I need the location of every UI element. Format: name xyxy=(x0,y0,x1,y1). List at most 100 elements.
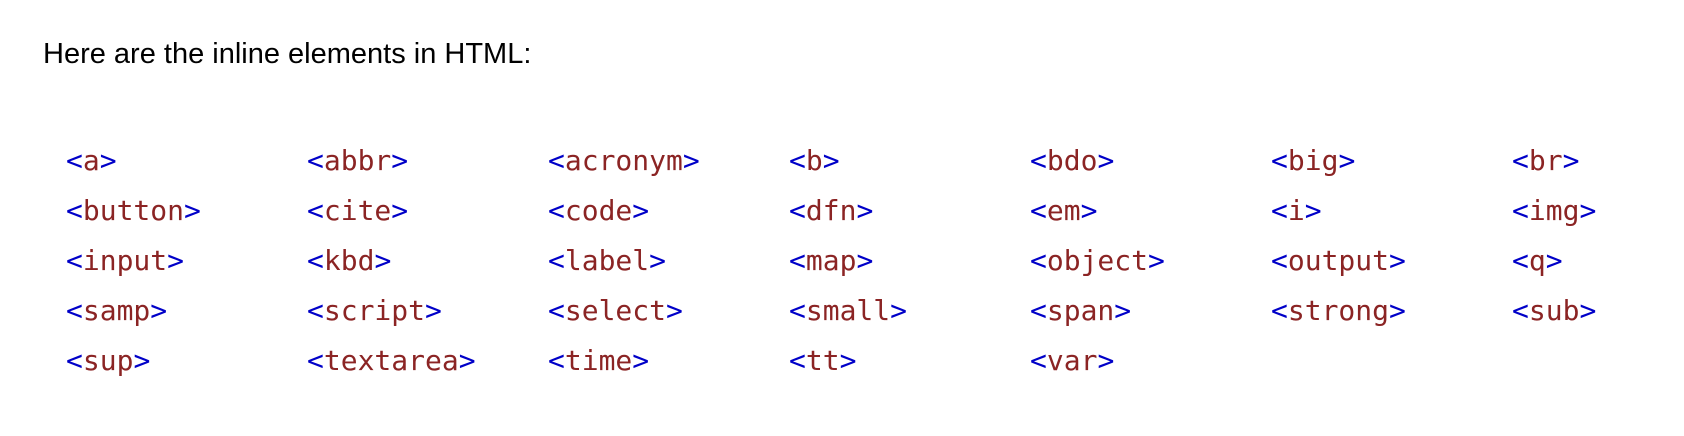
tag-open-bracket: < xyxy=(1030,144,1047,177)
tag-name: em xyxy=(1046,194,1081,227)
tag-open-bracket: < xyxy=(66,144,83,177)
tag-open-bracket: < xyxy=(1271,244,1288,277)
tag-open-bracket: < xyxy=(1030,294,1047,327)
tag-open-bracket: < xyxy=(307,244,324,277)
tag-tt: <tt> xyxy=(789,336,1030,386)
tag-object: <object> xyxy=(1030,236,1271,286)
tag-time: <time> xyxy=(548,336,789,386)
tag-open-bracket: < xyxy=(307,194,324,227)
tag-name: dfn xyxy=(805,194,857,227)
tag-open-bracket: < xyxy=(1512,144,1529,177)
tag-open-bracket: < xyxy=(1030,244,1047,277)
tag-name: label xyxy=(564,244,650,277)
tag-close-bracket: > xyxy=(167,244,185,277)
tag-big: <big> xyxy=(1271,136,1512,186)
tag-close-bracket: > xyxy=(1389,294,1406,327)
tag-open-bracket: < xyxy=(1512,194,1529,227)
tag-acronym: <acronym> xyxy=(548,136,789,186)
tag-name: abbr xyxy=(323,144,392,177)
tag-close-bracket: > xyxy=(1338,144,1356,177)
tag-close-bracket: > xyxy=(1114,294,1132,327)
tag-b: <b> xyxy=(789,136,1030,186)
tag-close-bracket: > xyxy=(856,244,874,277)
tag-close-bracket: > xyxy=(425,294,442,327)
tag-close-bracket: > xyxy=(374,244,392,277)
tag-close-bracket: > xyxy=(1562,144,1580,177)
tag-name: object xyxy=(1046,244,1149,277)
tag-close-bracket: > xyxy=(822,144,840,177)
tag-textarea: <textarea> xyxy=(307,336,548,386)
tag-name: br xyxy=(1528,144,1563,177)
tag-name: kbd xyxy=(323,244,375,277)
tag-sub: <sub> xyxy=(1512,286,1684,336)
tag-close-bracket: > xyxy=(1579,294,1597,327)
tag-name: output xyxy=(1287,244,1390,277)
tag-name: sup xyxy=(82,344,134,377)
tag-bdo: <bdo> xyxy=(1030,136,1271,186)
tag-close-bracket: > xyxy=(632,344,650,377)
tag-name: time xyxy=(564,344,633,377)
tag-select: <select> xyxy=(548,286,789,336)
tag-open-bracket: < xyxy=(789,194,806,227)
tag-close-bracket: > xyxy=(839,344,857,377)
tag-output: <output> xyxy=(1271,236,1512,286)
tag-open-bracket: < xyxy=(789,144,806,177)
tag-close-bracket: > xyxy=(1389,244,1406,277)
tag-close-bracket: > xyxy=(890,294,908,327)
tag-q: <q> xyxy=(1512,236,1684,286)
tag-open-bracket: < xyxy=(1512,294,1529,327)
tag-script: <script> xyxy=(307,286,548,336)
tag-sup: <sup> xyxy=(66,336,307,386)
tag-map: <map> xyxy=(789,236,1030,286)
tag-name: textarea xyxy=(323,344,459,377)
tag-open-bracket: < xyxy=(1030,194,1047,227)
tag-em: <em> xyxy=(1030,186,1271,236)
tag-open-bracket: < xyxy=(548,344,565,377)
tag-close-bracket: > xyxy=(458,344,476,377)
tag-name: input xyxy=(82,244,168,277)
tag-open-bracket: < xyxy=(789,294,806,327)
tag-name: b xyxy=(805,144,823,177)
tag-br: <br> xyxy=(1512,136,1684,186)
tag-name: acronym xyxy=(564,144,683,177)
tag-open-bracket: < xyxy=(789,244,806,277)
tag-open-bracket: < xyxy=(66,294,83,327)
tag-close-bracket: > xyxy=(184,194,201,227)
tag-name: strong xyxy=(1287,294,1390,327)
tag-abbr: <abbr> xyxy=(307,136,548,186)
tag-name: small xyxy=(805,294,891,327)
tag-name: span xyxy=(1046,294,1115,327)
tag-name: script xyxy=(323,294,426,327)
tag-close-bracket: > xyxy=(1545,244,1563,277)
tag-code: <code> xyxy=(548,186,789,236)
tag-a: <a> xyxy=(66,136,307,186)
tag-close-bracket: > xyxy=(99,144,117,177)
tag-close-bracket: > xyxy=(150,294,168,327)
tag-kbd: <kbd> xyxy=(307,236,548,286)
tag-close-bracket: > xyxy=(391,194,409,227)
tag-open-bracket: < xyxy=(1512,244,1529,277)
tag-close-bracket: > xyxy=(682,144,700,177)
tag-open-bracket: < xyxy=(789,344,806,377)
tag-cite: <cite> xyxy=(307,186,548,236)
tag-open-bracket: < xyxy=(66,244,83,277)
tag-open-bracket: < xyxy=(307,294,324,327)
tag-name: big xyxy=(1287,144,1339,177)
tag-name: img xyxy=(1528,194,1580,227)
tag-close-bracket: > xyxy=(133,344,151,377)
tag-open-bracket: < xyxy=(1271,294,1288,327)
tag-open-bracket: < xyxy=(548,244,565,277)
tag-name: a xyxy=(82,144,100,177)
tag-close-bracket: > xyxy=(1579,194,1597,227)
tag-open-bracket: < xyxy=(548,194,565,227)
tag-open-bracket: < xyxy=(307,344,324,377)
tag-name: cite xyxy=(323,194,392,227)
tag-close-bracket: > xyxy=(1097,144,1115,177)
tag-label: <label> xyxy=(548,236,789,286)
tag-open-bracket: < xyxy=(307,144,324,177)
tag-i: <i> xyxy=(1271,186,1512,236)
tag-input: <input> xyxy=(66,236,307,286)
tag-close-bracket: > xyxy=(856,194,874,227)
intro-text: Here are the inline elements in HTML: xyxy=(43,38,532,70)
tag-strong: <strong> xyxy=(1271,286,1512,336)
